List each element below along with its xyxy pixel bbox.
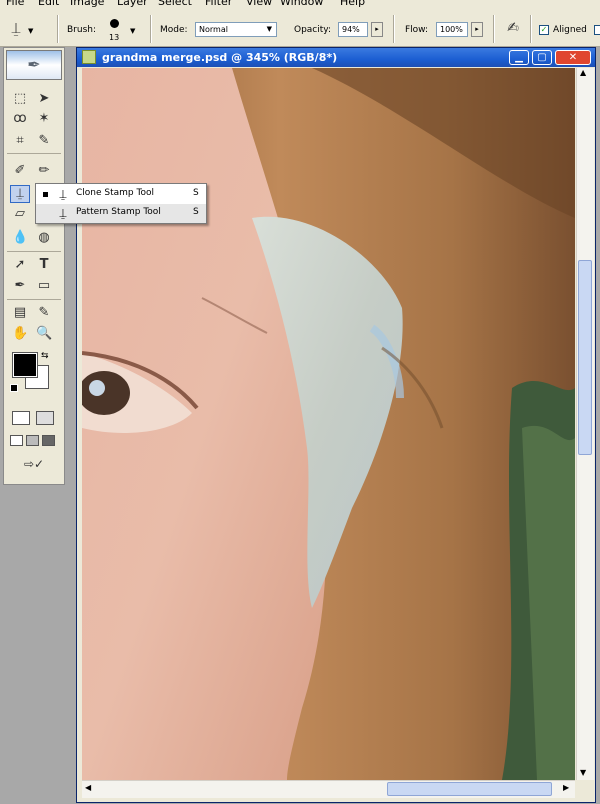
blur-tool-icon[interactable]: 💧 — [12, 230, 28, 246]
selected-bullet-icon — [43, 192, 48, 197]
rectangle-tool-icon[interactable]: ▭ — [36, 278, 52, 294]
opacity-input[interactable]: 94% — [338, 22, 368, 37]
slice-tool-icon[interactable]: ✎ — [36, 133, 52, 149]
type-tool-icon[interactable]: T — [36, 257, 52, 273]
brush-label: Brush: — [67, 25, 97, 35]
move-tool-icon[interactable]: ➤ — [36, 91, 52, 107]
brush-size: 13 — [109, 33, 120, 42]
toolbox-divider — [7, 299, 61, 300]
menu-item-label: Pattern Stamp Tool — [76, 207, 161, 217]
menu-item-pattern-stamp[interactable]: ⍊ Pattern Stamp Tool S — [36, 204, 206, 223]
healing-brush-tool-icon[interactable]: ✐ — [12, 163, 28, 179]
toolbox: ✒ ⬚ ➤ ꝏ ✶ ⌗ ✎ ✐ ✏ ⍊ ✑ ▱ 💧 ◍ ➚ T ✒ ▭ ▤ ✎ … — [3, 47, 65, 485]
pattern-stamp-icon: ⍊ — [59, 206, 67, 220]
toolbox-divider — [7, 251, 61, 252]
screen-mode-standard-icon[interactable] — [10, 435, 23, 446]
document-titlebar[interactable]: grandma merge.psd @ 345% (RGB/8*) ▁ ▢ ✕ — [77, 48, 595, 67]
minimize-button[interactable]: ▁ — [509, 50, 529, 65]
sample-all-layers-checkbox[interactable] — [594, 25, 600, 35]
flow-label: Flow: — [405, 25, 429, 35]
menu-view[interactable]: View — [246, 0, 272, 8]
swap-colors-icon[interactable]: ⇆ — [41, 351, 49, 361]
menu-bar: File Edit Image Layer Select Filter View… — [0, 0, 600, 10]
scroll-left-icon[interactable]: ◀ — [85, 783, 91, 792]
maximize-button[interactable]: ▢ — [532, 50, 552, 65]
jump-to-imageready-icon[interactable]: ⇨✓ — [14, 456, 54, 472]
scroll-down-icon[interactable]: ▼ — [580, 768, 586, 777]
close-button[interactable]: ✕ — [555, 50, 591, 65]
stamp-tool-flyout: ⍊ Clone Stamp Tool S ⍊ Pattern Stamp Too… — [35, 183, 207, 224]
zoom-tool-icon[interactable]: 🔍 — [36, 326, 52, 342]
menu-item-clone-stamp[interactable]: ⍊ Clone Stamp Tool S — [36, 185, 206, 204]
dodge-tool-icon[interactable]: ◍ — [36, 230, 52, 246]
brush-preview-icon[interactable] — [110, 19, 119, 28]
menu-help[interactable]: Help — [340, 0, 365, 8]
document-window: grandma merge.psd @ 345% (RGB/8*) ▁ ▢ ✕ — [76, 47, 596, 803]
tool-preset-dropdown-icon[interactable]: ▼ — [28, 27, 33, 35]
pen-tool-icon[interactable]: ✒ — [12, 278, 28, 294]
options-separator — [150, 15, 152, 43]
brush-tool-icon[interactable]: ✏ — [36, 163, 52, 179]
options-bar: ⍊ ▼ Brush: 13 ▼ Mode: Normal ▼ Opacity: … — [0, 10, 600, 47]
clone-stamp-preset-icon[interactable]: ⍊ — [8, 20, 24, 36]
mode-value: Normal — [199, 25, 228, 34]
options-separator — [393, 15, 395, 43]
chevron-down-icon: ▼ — [266, 25, 272, 33]
menu-select[interactable]: Select — [158, 0, 192, 8]
flow-slider-button[interactable]: ▸ — [471, 22, 483, 37]
brush-dropdown-icon[interactable]: ▼ — [130, 27, 135, 35]
menu-window[interactable]: Window — [280, 0, 323, 8]
menu-item-shortcut: S — [193, 207, 199, 217]
flow-input[interactable]: 100% — [436, 22, 468, 37]
path-selection-tool-icon[interactable]: ➚ — [12, 257, 28, 273]
scroll-up-icon[interactable]: ▲ — [580, 68, 586, 77]
opacity-slider-button[interactable]: ▸ — [371, 22, 383, 37]
menu-file[interactable]: File — [6, 0, 24, 8]
lasso-tool-icon[interactable]: ꝏ — [12, 111, 28, 127]
menu-filter[interactable]: Filter — [205, 0, 232, 8]
foreground-color-swatch-front[interactable] — [13, 353, 37, 377]
document-icon — [82, 50, 96, 64]
crop-tool-icon[interactable]: ⌗ — [12, 133, 28, 149]
menu-item-shortcut: S — [193, 188, 199, 198]
airbrush-icon[interactable]: ✍ — [505, 20, 521, 36]
portrait-image — [82, 68, 575, 780]
horizontal-scrollbar[interactable]: ◀ ▶ — [82, 780, 575, 798]
menu-layer[interactable]: Layer — [117, 0, 148, 8]
mode-select[interactable]: Normal ▼ — [195, 22, 277, 37]
notes-tool-icon[interactable]: ▤ — [12, 305, 28, 321]
toolbox-divider — [7, 153, 61, 154]
screen-mode-full-icon[interactable] — [42, 435, 55, 446]
standard-mode-icon[interactable] — [12, 411, 30, 425]
clone-stamp-icon: ⍊ — [59, 187, 67, 201]
feather-logo-icon[interactable]: ✒ — [6, 50, 62, 80]
clone-stamp-tool-icon[interactable]: ⍊ — [10, 185, 30, 203]
eyedropper-tool-icon[interactable]: ✎ — [36, 305, 52, 321]
menu-item-label: Clone Stamp Tool — [76, 188, 154, 198]
horizontal-scroll-thumb[interactable] — [387, 782, 552, 796]
menu-image[interactable]: Image — [70, 0, 104, 8]
aligned-label: Aligned — [553, 25, 587, 35]
default-colors-icon[interactable] — [10, 384, 18, 392]
options-separator — [530, 15, 532, 43]
opacity-label: Opacity: — [294, 25, 331, 35]
magic-wand-tool-icon[interactable]: ✶ — [36, 111, 52, 127]
quick-mask-mode-icon[interactable] — [36, 411, 54, 425]
scroll-right-icon[interactable]: ▶ — [563, 783, 569, 792]
eraser-tool-icon[interactable]: ▱ — [12, 206, 28, 222]
hand-tool-icon[interactable]: ✋ — [12, 326, 28, 342]
image-canvas[interactable] — [82, 68, 575, 780]
options-separator — [493, 15, 495, 43]
aligned-checkbox[interactable]: ✓ — [539, 25, 549, 35]
screen-mode-full-menu-icon[interactable] — [26, 435, 39, 446]
mode-label: Mode: — [160, 25, 188, 35]
marquee-tool-icon[interactable]: ⬚ — [12, 91, 28, 107]
vertical-scroll-thumb[interactable] — [578, 260, 592, 455]
menu-edit[interactable]: Edit — [38, 0, 59, 8]
vertical-scrollbar[interactable]: ▲ ▼ — [576, 68, 594, 780]
document-title: grandma merge.psd @ 345% (RGB/8*) — [102, 51, 338, 64]
options-separator — [57, 15, 59, 43]
